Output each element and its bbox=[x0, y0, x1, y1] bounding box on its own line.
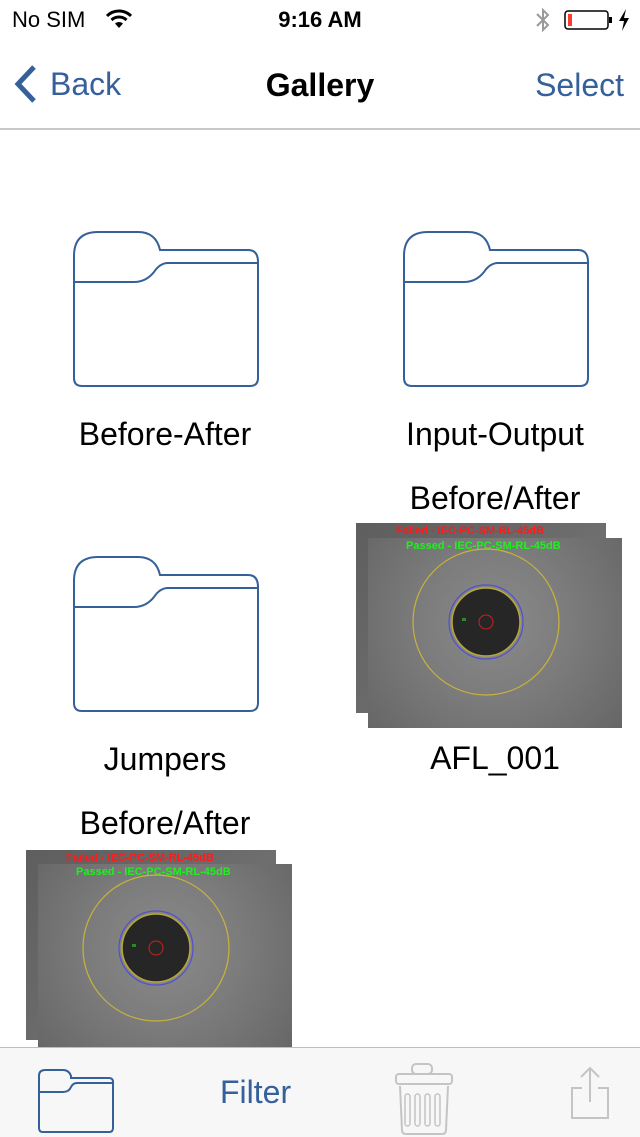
status-bar: No SIM 9:16 AM bbox=[0, 0, 640, 40]
filter-button[interactable]: Filter bbox=[220, 1074, 291, 1111]
image-thumbnail-front: Passed - IEC-PC-SM-RL-45dB bbox=[38, 864, 292, 1047]
bottom-toolbar: Filter bbox=[0, 1047, 640, 1137]
select-button[interactable]: Select bbox=[535, 67, 624, 104]
gallery-folder-jumpers[interactable]: Jumpers bbox=[0, 545, 330, 785]
back-label: Back bbox=[50, 65, 122, 102]
bluetooth-icon bbox=[536, 7, 550, 33]
back-button[interactable]: Back bbox=[14, 62, 121, 106]
failed-overlay-text: Failed - IEC-PC-SM-RL-45dB bbox=[396, 525, 544, 537]
folder-icon bbox=[403, 231, 589, 387]
chevron-left-icon bbox=[14, 65, 36, 103]
folder-label: Input-Output bbox=[406, 416, 584, 452]
folder-icon bbox=[73, 231, 259, 387]
gallery-folder-input-output[interactable]: Input-Output bbox=[330, 220, 640, 460]
image-thumbnail-front: Passed - IEC-PC-SM-RL-45dB bbox=[368, 538, 622, 728]
gallery-folder-before-after[interactable]: Before-After bbox=[0, 220, 330, 460]
trash-icon[interactable] bbox=[394, 1062, 454, 1136]
image-label: AFL_001 bbox=[430, 740, 560, 776]
battery-icon bbox=[564, 10, 612, 30]
folder-icon[interactable] bbox=[37, 1068, 115, 1134]
failed-overlay-text: Failed - IEC-PC-SM-RL-45dB bbox=[66, 852, 214, 864]
fiber-endface-image bbox=[412, 548, 560, 696]
fiber-endface-image bbox=[82, 874, 230, 1022]
gallery-image-2[interactable]: Before/After Failed - IEC-PC-SM-RL-45dB … bbox=[0, 800, 330, 1047]
charging-icon bbox=[619, 9, 629, 31]
folder-label: Before-After bbox=[78, 416, 252, 452]
navigation-bar: Back Gallery Select bbox=[0, 40, 640, 130]
image-header-label: Before/After bbox=[409, 480, 581, 516]
image-header-label: Before/After bbox=[79, 805, 251, 841]
folder-icon bbox=[73, 556, 259, 712]
gallery-image-afl-001[interactable]: Before/After Failed - IEC-PC-SM-RL-45dB … bbox=[330, 475, 640, 785]
folder-label: Jumpers bbox=[103, 741, 227, 777]
share-icon[interactable] bbox=[570, 1066, 610, 1122]
